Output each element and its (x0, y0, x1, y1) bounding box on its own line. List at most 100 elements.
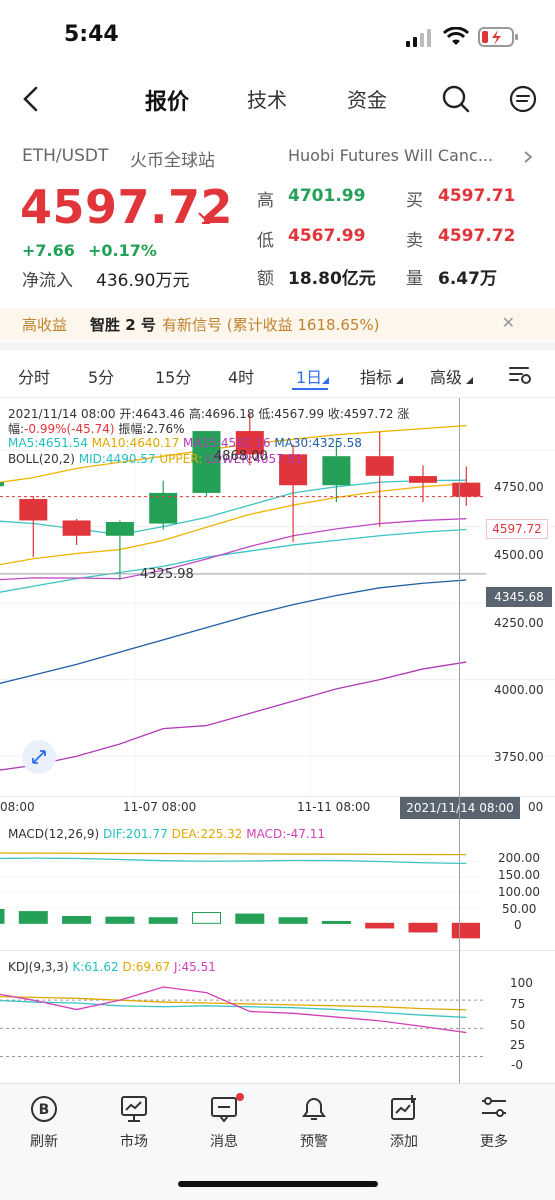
ma-legend: MA5:4651.54 MA10:4640.17 MA15:4582.16 MA… (8, 436, 362, 450)
macd-bar (148, 917, 178, 924)
candle-body (409, 476, 437, 483)
bottom-nav-alert[interactable]: 预警 (284, 1093, 344, 1151)
boll-lower-line (0, 661, 467, 771)
interval-timeshare[interactable]: 分时 (18, 364, 50, 388)
macd-bar (278, 917, 308, 924)
interval-active-underline (292, 388, 328, 390)
ohlc-info-amplitude: 振幅:2.76% (114, 422, 185, 436)
low-value: 4567.99 (288, 226, 366, 246)
interval-1d[interactable]: 1日 (296, 364, 322, 388)
candle-body (0, 482, 4, 487)
tab-funds[interactable]: 资金 (347, 84, 387, 113)
crosshair-vertical (459, 398, 460, 1083)
macd-chart[interactable] (0, 840, 480, 948)
macd-y-tick: 0 (514, 918, 522, 932)
macd-bar (105, 916, 135, 924)
macd-bar (365, 922, 395, 929)
dif-line (0, 857, 467, 865)
buy-label: 买 (406, 191, 423, 211)
pair-name: ETH/USDT (22, 146, 109, 166)
bottom-nav-add[interactable]: 添加 (374, 1093, 434, 1151)
boll-mid-legend: MID:4490.57 (78, 452, 156, 466)
home-indicator (178, 1181, 378, 1187)
kdj-y-tick: 100 (510, 976, 533, 990)
bell-icon (302, 1098, 326, 1120)
date-label: 08:00 (0, 800, 35, 814)
search-icon[interactable] (441, 84, 471, 114)
crosshair-price-tag: 4345.68 (486, 587, 552, 607)
macd-bar (18, 911, 48, 924)
kdj-j-line (0, 986, 467, 1034)
chevron-right-icon (524, 151, 533, 163)
boll-mid-line (0, 528, 467, 593)
market-icon (121, 1096, 147, 1122)
dropdown-corner-icon (466, 377, 473, 384)
kdj-y-tick: 50 (510, 1018, 526, 1032)
kdj-y-tick: 75 (510, 997, 526, 1011)
change-pct: +0.17% (88, 241, 157, 260)
net-inflow-label: 净流入 (22, 271, 73, 291)
boll-upper-legend: UPPER: (159, 452, 203, 466)
svg-text:B: B (39, 1102, 50, 1118)
ma30-legend: MA30:4325.58 (274, 436, 362, 450)
sell-value: 4597.72 (438, 226, 516, 246)
macd-bar (0, 908, 5, 924)
high-marker: 4868.00 (214, 449, 268, 464)
crosshair-date-tag: 2021/11/14 08:00 (400, 797, 520, 819)
buy-value: 4597.71 (438, 186, 516, 206)
bottom-nav-market[interactable]: 市场 (104, 1093, 164, 1151)
exchange-name: 火币全球站 (130, 151, 215, 171)
macd-y-tick: 100.00 (498, 885, 540, 899)
macd-title: MACD(12,26,9) (8, 827, 100, 841)
status-bar: 5:44 (0, 0, 555, 72)
message-icon (211, 1093, 244, 1123)
kdj-k-line (0, 999, 467, 1019)
kdj-y-tick: 25 (510, 1038, 526, 1052)
bottom-nav-message[interactable]: 消息 (194, 1093, 254, 1151)
candle-body (365, 456, 394, 476)
kdj-chart[interactable] (0, 972, 486, 1080)
interval-indicators[interactable]: 指标 (360, 364, 392, 388)
macd-bar (62, 916, 92, 924)
news-link[interactable]: Huobi Futures Will Canc... (288, 146, 493, 165)
signal-icon (406, 29, 431, 47)
interval-advanced[interactable]: 高级 (430, 364, 462, 388)
amount-value: 18.80亿元 (288, 269, 376, 289)
tab-quote[interactable]: 报价 (145, 84, 189, 116)
ohlc-info-change: -0.99%(-45.74) (24, 422, 115, 436)
bottom-nav-refresh[interactable]: B 刷新 (14, 1093, 74, 1151)
candle-body (322, 456, 351, 486)
volume-value: 6.47万 (438, 269, 497, 289)
low-marker: 4325.98 (140, 567, 194, 582)
interval-15m[interactable]: 15分 (155, 364, 191, 388)
chart-settings-icon[interactable] (508, 364, 532, 386)
back-arrow-icon[interactable] (20, 86, 42, 112)
macd-bar (235, 913, 265, 924)
banner-close-icon[interactable]: ✕ (502, 313, 515, 332)
date-label: 00 (528, 800, 544, 814)
last-price-tag: 4597.72 (486, 519, 548, 539)
macd-y-tick: 200.00 (498, 851, 540, 865)
ma5-legend: MA5:4651.54 (8, 436, 88, 450)
battery-icon (478, 27, 518, 47)
chat-menu-icon[interactable] (508, 84, 538, 114)
candle-body (149, 492, 178, 524)
kdj-y-tick: -0 (511, 1058, 523, 1072)
net-inflow-value: 436.90万元 (96, 271, 190, 291)
notification-dot (236, 1093, 244, 1101)
ma15-legend: MA15:4582.16 (183, 436, 271, 450)
interval-5m[interactable]: 5分 (88, 364, 114, 388)
interval-4h[interactable]: 4时 (228, 364, 254, 388)
macd-value: MACD:-47.11 (246, 827, 325, 841)
tab-technical[interactable]: 技术 (247, 84, 287, 113)
date-label: 11-11 08:00 (297, 800, 371, 814)
banner-signal: 有新信号 (累计收益 1618.65%) (162, 316, 380, 334)
fullscreen-button[interactable] (22, 740, 56, 774)
low-label: 低 (257, 231, 274, 251)
bottom-nav-more[interactable]: 更多 (464, 1093, 524, 1151)
expand-icon (32, 750, 46, 764)
promo-banner[interactable]: 高收益 智胜 2 号 有新信号 (累计收益 1618.65%) ✕ (0, 308, 555, 340)
macd-y-tick: 150.00 (498, 868, 540, 882)
dropdown-corner-icon (396, 377, 403, 384)
macd-bar (192, 912, 221, 924)
